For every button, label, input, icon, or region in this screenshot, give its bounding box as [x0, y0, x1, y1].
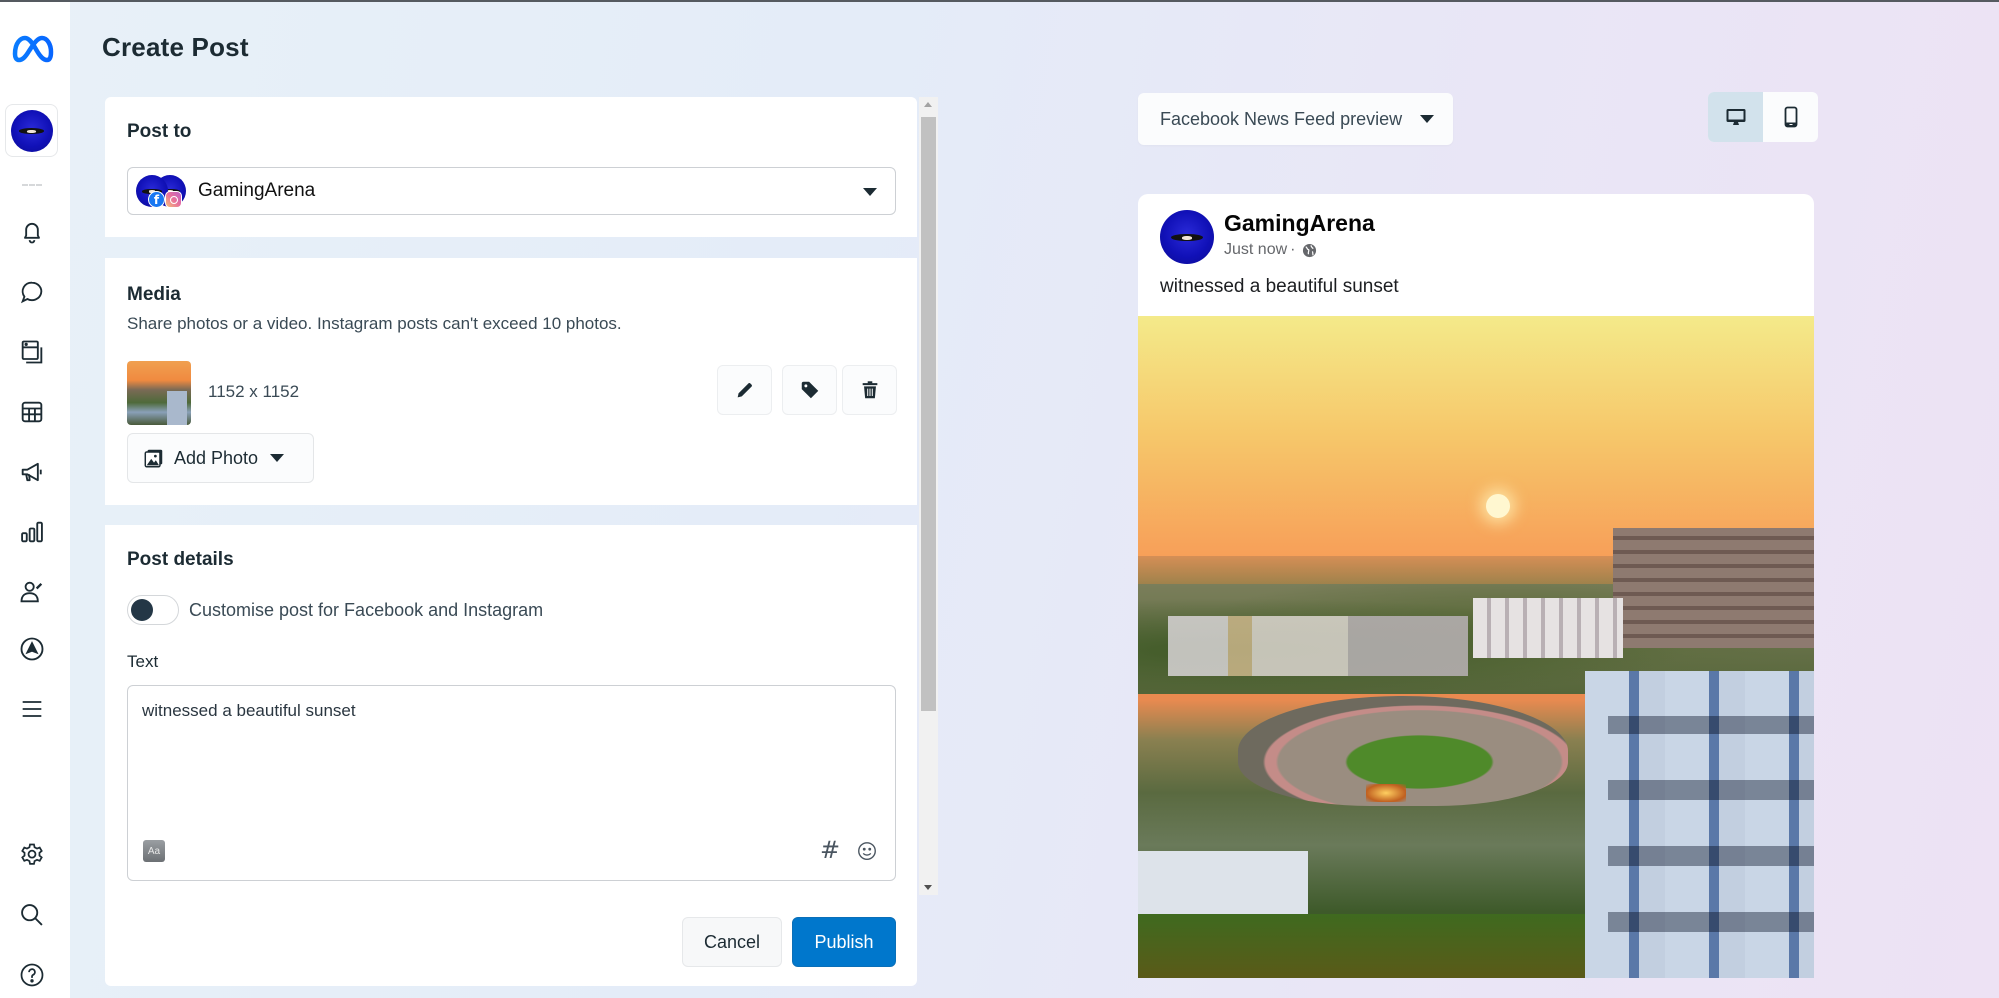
sidebar	[0, 2, 70, 998]
media-thumbnail[interactable]	[127, 361, 191, 425]
device-toggle	[1708, 92, 1818, 142]
cancel-button[interactable]: Cancel	[682, 917, 782, 967]
scroll-up-arrow-icon[interactable]	[924, 102, 932, 107]
globe-icon	[1303, 243, 1317, 257]
low-houses	[1168, 616, 1468, 676]
apartment-windows	[1608, 716, 1814, 978]
hashtag-icon[interactable]: #	[820, 836, 840, 864]
delete-media-button[interactable]	[842, 365, 897, 415]
emoji-icon[interactable]	[856, 840, 878, 862]
account-avatar-button[interactable]	[5, 104, 58, 157]
post-text: witnessed a beautiful sunset	[1160, 276, 1399, 297]
megaphone-icon	[21, 462, 42, 482]
media-dimensions: 1152 x 1152	[208, 382, 300, 401]
media-description: Share photos or a video. Instagram posts…	[127, 314, 622, 333]
facebook-icon: f	[148, 191, 165, 208]
search-icon	[21, 904, 43, 926]
sidebar-item-boost[interactable]	[14, 631, 50, 667]
sidebar-item-planner[interactable]	[14, 394, 50, 430]
white-building	[1473, 598, 1623, 658]
preview-placement-label: Facebook News Feed preview	[1160, 108, 1403, 129]
left-panel-scrollbar[interactable]	[919, 97, 938, 895]
post-to-heading: Post to	[127, 121, 192, 142]
sidebar-item-help[interactable]	[14, 957, 50, 993]
sidebar-item-all-tools[interactable]	[14, 691, 50, 727]
customise-post-toggle[interactable]	[127, 595, 179, 625]
mobile-phone-icon	[1784, 106, 1797, 128]
chat-bubble-icon	[20, 281, 43, 304]
window-top-border	[0, 0, 1999, 2]
media-section: Media Share photos or a video. Instagram…	[105, 258, 917, 505]
publish-button[interactable]: Publish	[792, 917, 896, 967]
desktop-icon	[1726, 109, 1745, 125]
brown-building	[1613, 528, 1814, 648]
tag-icon	[801, 381, 818, 399]
sidebar-item-content[interactable]	[14, 334, 50, 370]
calendar-grid-icon	[21, 401, 43, 423]
foreground-field	[1138, 914, 1588, 978]
account-avatars: f	[136, 173, 194, 209]
sidebar-item-notifications[interactable]	[14, 214, 50, 250]
post-text-input[interactable]: witnessed a beautiful sunset Aa #	[127, 685, 896, 881]
post-details-section: Post details Customise post for Facebook…	[105, 525, 917, 895]
foreground-house	[1138, 851, 1308, 919]
selected-account-name: GamingArena	[198, 180, 316, 201]
post-to-dropdown[interactable]: f GamingArena	[127, 167, 896, 215]
sidebar-item-insights[interactable]	[14, 514, 50, 550]
toggle-knob	[131, 599, 153, 621]
content-pages-icon	[21, 340, 43, 364]
sidebar-item-search[interactable]	[14, 897, 50, 933]
gear-icon	[21, 843, 43, 865]
menu-icon	[22, 701, 42, 717]
post-image[interactable]	[1138, 316, 1814, 978]
customise-post-label: Customise post for Facebook and Instagra…	[189, 600, 544, 620]
post-to-section: Post to f GamingArena	[105, 97, 917, 237]
text-field-label: Text	[127, 652, 159, 671]
chevron-down-icon	[270, 454, 285, 462]
photo-icon	[144, 449, 163, 468]
bar-chart-icon	[21, 521, 43, 543]
add-photo-button[interactable]: Add Photo	[127, 433, 314, 483]
edit-media-button[interactable]	[717, 365, 772, 415]
tag-media-button[interactable]	[782, 365, 837, 415]
help-icon	[20, 963, 44, 987]
meta-separator: ·	[1290, 241, 1296, 258]
post-details-heading: Post details	[127, 549, 234, 570]
scroll-down-arrow-icon[interactable]	[924, 885, 932, 890]
sun	[1486, 494, 1510, 518]
media-heading: Media	[127, 284, 181, 305]
navigation-arrow-icon	[20, 637, 44, 661]
bell-icon	[24, 222, 40, 244]
glow-lights	[1366, 784, 1406, 802]
sidebar-item-inbox[interactable]	[14, 274, 50, 310]
page-avatar	[1160, 210, 1214, 264]
post-meta: Just now ·	[1224, 241, 1317, 259]
post-text-value: witnessed a beautiful sunset	[142, 701, 356, 720]
add-photo-label: Add Photo	[174, 447, 259, 468]
sidebar-item-ads[interactable]	[14, 454, 50, 490]
trash-icon	[862, 381, 877, 399]
preview-placement-dropdown[interactable]: Facebook News Feed preview	[1138, 93, 1453, 145]
mobile-preview-button[interactable]	[1763, 92, 1818, 142]
person-edit-icon	[20, 581, 43, 603]
chevron-down-icon	[1420, 115, 1435, 123]
facebook-post-preview: GamingArena Just now · witnessed a beaut…	[1138, 194, 1814, 978]
desktop-preview-button[interactable]	[1708, 92, 1763, 142]
scrollbar-thumb[interactable]	[921, 117, 936, 711]
chevron-down-icon	[863, 188, 877, 196]
pencil-icon	[737, 383, 752, 398]
sidebar-item-audience[interactable]	[14, 574, 50, 610]
meta-logo-icon[interactable]	[9, 32, 55, 66]
sidebar-divider	[22, 184, 42, 186]
instagram-icon	[165, 191, 182, 208]
post-actions-footer: Cancel Publish	[105, 895, 917, 986]
text-format-icon[interactable]: Aa	[143, 840, 165, 862]
sidebar-item-settings[interactable]	[14, 837, 50, 873]
page-name: GamingArena	[1224, 210, 1375, 236]
account-avatar	[10, 109, 53, 152]
page-title: Create Post	[102, 32, 249, 62]
post-timestamp: Just now	[1224, 241, 1288, 258]
